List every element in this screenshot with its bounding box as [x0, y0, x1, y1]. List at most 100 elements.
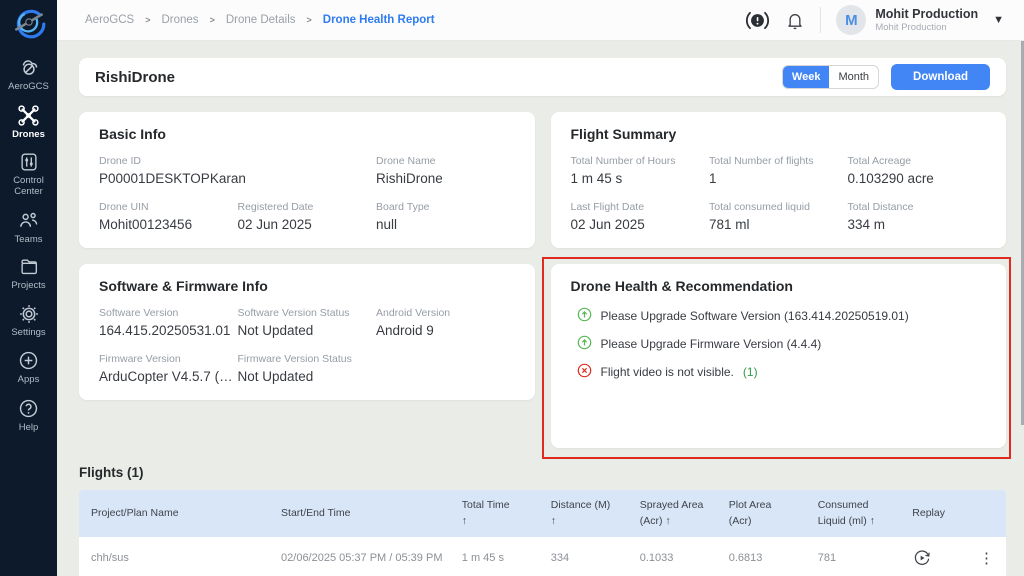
health-item: Flight video is not visible. (1) — [577, 363, 987, 381]
chevron-down-icon: ▼ — [993, 14, 1004, 26]
registered-date-value: 02 Jun 2025 — [238, 217, 377, 232]
col-consumed-liquid-sortable[interactable]: ConsumedLiquid (ml) ↑ — [806, 497, 901, 530]
total-flights-value: 1 — [709, 171, 848, 186]
field-label: Total Number of Hours — [571, 155, 710, 167]
total-hours-value: 1 m 45 s — [571, 171, 710, 186]
error-circle-icon — [577, 363, 592, 381]
basic-info-card: Basic Info Drone ID P00001DESKTOPKaran D… — [79, 112, 535, 248]
sidebar-item-drones[interactable]: Drones — [0, 104, 57, 141]
field-label: Firmware Version — [99, 353, 238, 365]
sidebar-item-label: Help — [17, 423, 41, 434]
sidebar-item-control-center[interactable]: Control Center — [0, 151, 57, 197]
col-sprayed-area-sortable[interactable]: Sprayed Area(Acr) ↑ — [628, 497, 717, 530]
chevron-right-icon: > — [210, 15, 215, 25]
sidebar-item-label: Settings — [9, 328, 47, 339]
toggle-week[interactable]: Week — [783, 66, 830, 88]
firmware-status-value: Not Updated — [238, 369, 377, 384]
sidebar-item-label: Projects — [9, 281, 47, 292]
sliders-icon — [18, 151, 40, 173]
consumed-liquid-value: 781 ml — [709, 217, 848, 232]
col-project-plan-name[interactable]: Project/Plan Name — [79, 505, 269, 521]
sidebar: AeroGCS Drones Control Center — [0, 0, 57, 576]
sidebar-item-aerogcs[interactable]: AeroGCS — [0, 55, 57, 93]
cell-consumed-liquid: 781 — [806, 541, 901, 575]
cloud-drone-icon — [17, 55, 41, 79]
drone-uin-value: Mohit00123456 — [99, 217, 238, 232]
col-start-end-time[interactable]: Start/End Time — [269, 505, 450, 521]
aerogcs-logo-icon[interactable] — [11, 4, 47, 45]
field-label: Software Version — [99, 307, 238, 319]
field-label: Last Flight Date — [571, 201, 710, 213]
divider — [820, 7, 821, 33]
user-name: Mohit Production — [875, 7, 978, 22]
breadcrumb-drones[interactable]: Drones — [161, 14, 198, 26]
col-total-time-sortable[interactable]: Total Time↑ — [450, 497, 539, 530]
sidebar-item-label: Drones — [10, 130, 47, 141]
sidebar-item-label: Teams — [13, 235, 45, 246]
upgrade-circle-icon — [577, 307, 592, 325]
drone-id-value: P00001DESKTOPKaran — [99, 171, 376, 186]
table-header-row: Project/Plan Name Start/End Time Total T… — [79, 490, 1006, 537]
sidebar-item-projects[interactable]: Projects — [0, 256, 57, 292]
field-label: Drone ID — [99, 155, 376, 167]
bell-icon[interactable] — [785, 10, 805, 31]
col-replay: Replay — [900, 505, 967, 521]
breadcrumb-drone-details[interactable]: Drone Details — [226, 14, 296, 26]
chevron-right-icon: > — [145, 15, 150, 25]
firmware-version-value: ArduCopter V4.5.7 (… — [99, 369, 238, 384]
breadcrumb-aerogcs[interactable]: AeroGCS — [85, 14, 134, 26]
drone-health-card: Drone Health & Recommendation Please Upg… — [551, 264, 1007, 448]
sidebar-item-help[interactable]: Help — [0, 397, 57, 434]
flights-table: Project/Plan Name Start/End Time Total T… — [79, 490, 1006, 576]
upgrade-circle-icon — [577, 335, 592, 353]
col-plot-area[interactable]: Plot Area(Acr) — [717, 497, 806, 530]
sidebar-item-settings[interactable]: Settings — [0, 303, 57, 339]
software-version-value: 164.415.20250531.01 — [99, 323, 238, 338]
field-label: Android Version — [376, 307, 515, 319]
col-distance-sortable[interactable]: Distance (M)↑ — [539, 497, 628, 530]
field-label: Board Type — [376, 201, 515, 213]
sidebar-item-apps[interactable]: Apps — [0, 349, 57, 386]
field-label: Registered Date — [238, 201, 377, 213]
drone-icon — [17, 104, 40, 127]
cell-plot-area: 0.6813 — [717, 541, 806, 575]
sidebar-item-label: Apps — [16, 375, 42, 386]
sort-up-icon: ↑ — [551, 513, 628, 529]
total-distance-value: 334 m — [848, 217, 987, 232]
download-button[interactable]: Download — [891, 64, 990, 90]
field-label: Firmware Version Status — [238, 353, 377, 365]
row-menu-kebab-icon[interactable]: ⋮ — [967, 538, 1006, 576]
flight-summary-card: Flight Summary Total Number of Hours 1 m… — [551, 112, 1007, 248]
cell-sprayed-area: 0.1033 — [628, 541, 717, 575]
cell-start-end-time: 02/06/2025 05:37 PM / 05:39 PM — [269, 541, 450, 575]
sort-up-icon: Liquid (ml) ↑ — [818, 513, 901, 529]
user-subtitle: Mohit Production — [875, 22, 978, 33]
breadcrumb-drone-health-report: Drone Health Report — [323, 14, 435, 26]
board-type-value: null — [376, 217, 515, 232]
flights-heading: Flights (1) — [79, 465, 1006, 480]
field-label: Total Distance — [848, 201, 987, 213]
alert-status-icon[interactable] — [745, 9, 770, 32]
cell-total-time: 1 m 45 s — [450, 541, 539, 575]
toggle-month[interactable]: Month — [829, 66, 878, 88]
health-text: Please Upgrade Firmware Version (4.4.4) — [601, 337, 822, 351]
user-menu[interactable]: M Mohit Production Mohit Production ▼ — [836, 5, 1004, 35]
health-count: (1) — [743, 365, 758, 379]
avatar: M — [836, 5, 866, 35]
field-label: Drone UIN — [99, 201, 238, 213]
health-item: Please Upgrade Software Version (163.414… — [577, 307, 987, 325]
card-title: Basic Info — [99, 126, 515, 142]
people-icon — [17, 209, 40, 232]
health-item: Please Upgrade Firmware Version (4.4.4) — [577, 335, 987, 353]
cell-distance: 334 — [539, 541, 628, 575]
breadcrumb: AeroGCS > Drones > Drone Details > Drone… — [85, 14, 435, 26]
question-circle-icon — [17, 397, 40, 420]
replay-button[interactable] — [900, 537, 967, 576]
last-flight-date-value: 02 Jun 2025 — [571, 217, 710, 232]
topbar: AeroGCS > Drones > Drone Details > Drone… — [57, 0, 1024, 41]
field-label: Software Version Status — [238, 307, 377, 319]
software-firmware-card: Software & Firmware Info Software Versio… — [79, 264, 535, 400]
table-row[interactable]: chh/sus 02/06/2025 05:37 PM / 05:39 PM 1… — [79, 537, 1006, 576]
sidebar-item-teams[interactable]: Teams — [0, 209, 57, 246]
gear-icon — [18, 303, 40, 325]
